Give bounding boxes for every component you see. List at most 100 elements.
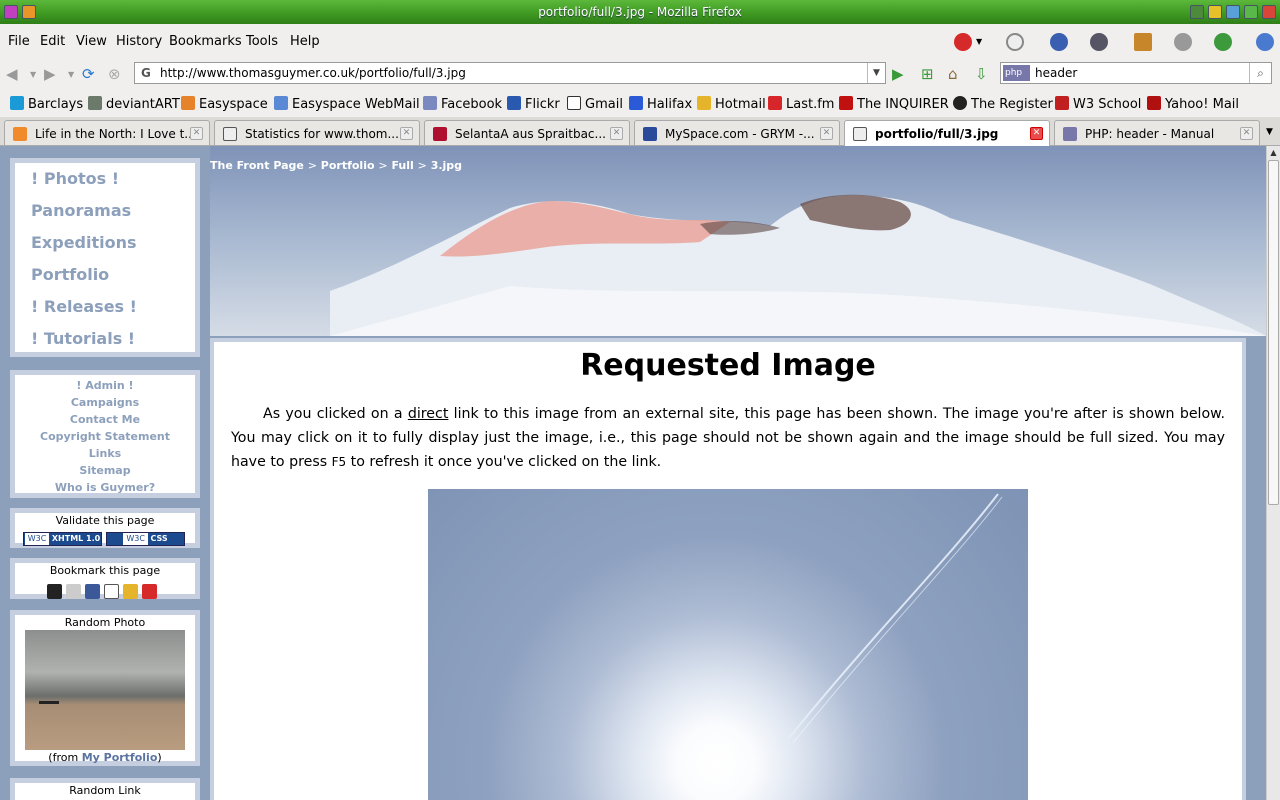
css-badge[interactable]: W3C CSS [106,532,185,546]
tab-myspace[interactable]: MySpace.com - GRYM -... ✕ [634,120,840,145]
scroll-thumb[interactable] [1268,160,1279,505]
direct-link[interactable]: direct [408,406,449,422]
reload-icon[interactable]: ⟳ [82,65,95,83]
bookmark-halifax[interactable]: Halifax [629,96,692,112]
close-icon[interactable] [1262,5,1276,19]
link-copyright[interactable]: Copyright Statement [15,428,195,445]
link-admin[interactable]: ! Admin ! [15,377,195,394]
nav-tutorials[interactable]: ! Tutorials ! [31,329,135,348]
nav-expeditions[interactable]: Expeditions [31,233,137,252]
search-icon[interactable]: ⌕ [1249,63,1271,83]
gear-icon[interactable] [1174,33,1192,51]
adblock-dropdown-icon[interactable]: ▼ [976,33,986,51]
menu-view[interactable]: View [76,34,107,49]
search-input[interactable]: header [1035,66,1077,80]
addon-swirl-icon[interactable] [1050,33,1068,51]
mountain-banner-svg [330,194,1266,336]
bookmark-register[interactable]: The Register [953,96,1053,112]
nav-panoramas[interactable]: Panoramas [31,201,131,220]
addon-box-icon[interactable] [1134,33,1152,51]
bookmark-yahoo-mail[interactable]: Yahoo! Mail [1147,96,1239,112]
addon-arrow-icon[interactable] [1256,33,1274,51]
link-contact[interactable]: Contact Me [15,411,195,428]
url-dropdown-icon[interactable]: ▼ [867,63,885,83]
bookmark-deviantart[interactable]: deviantART [88,96,180,112]
my-portfolio-link[interactable]: My Portfolio [82,751,158,764]
tab-close-icon[interactable]: ✕ [400,127,413,140]
tab-close-icon[interactable]: ✕ [820,127,833,140]
breadcrumb-full[interactable]: Full [391,159,413,172]
bookmark-hotmail[interactable]: Hotmail [697,96,766,112]
breadcrumb-front-page[interactable]: The Front Page [210,159,304,172]
go-icon[interactable]: ▶ [892,65,904,83]
addon-bird-icon[interactable] [1090,33,1108,51]
bookmark-inquirer[interactable]: The INQUIRER [839,96,949,112]
link-links[interactable]: Links [15,445,195,462]
bookmark-gmail[interactable]: Gmail [567,96,623,112]
nav-releases[interactable]: ! Releases ! [31,297,137,316]
myspace-icon [643,127,657,141]
menu-edit[interactable]: Edit [40,34,65,49]
link-sitemap[interactable]: Sitemap [15,462,195,479]
bookmark-barclays[interactable]: Barclays [10,96,83,112]
addon-leaf-icon[interactable] [1214,33,1232,51]
delicious-icon[interactable] [47,584,62,599]
nav-portfolio[interactable]: Portfolio [31,265,109,284]
back-icon[interactable]: ◀ [6,65,18,83]
menu-history[interactable]: History [116,34,162,49]
search-bar[interactable]: php header ⌕ [1000,62,1272,84]
digg-icon[interactable] [66,584,81,599]
tab-portfolio-full-3[interactable]: portfolio/full/3.jpg ✕ [844,120,1050,146]
new-tab-icon[interactable]: ⊞ [921,65,934,83]
home-icon[interactable]: ⌂ [948,65,958,83]
download-icon[interactable]: ⇩ [975,65,988,83]
menu-bookmarks[interactable]: Bookmarks [169,34,242,49]
bookmark-w3school[interactable]: W3 School [1055,96,1141,112]
window-titlebar: portfolio/full/3.jpg - Mozilla Firefox [0,0,1280,24]
tab-list-dropdown-icon[interactable]: ▼ [1266,127,1273,137]
menu-tools[interactable]: Tools [246,34,278,49]
back-dropdown-icon[interactable]: ▼ [30,70,36,79]
bookmark-easyspace-webmail[interactable]: Easyspace WebMail [274,96,420,112]
search-engine-icon[interactable]: php [1003,65,1030,81]
stop-icon[interactable]: ⊗ [108,65,121,83]
bookmark-flickr[interactable]: Flickr [507,96,560,112]
addon-lock-icon[interactable] [1006,33,1024,51]
random-photo-image[interactable] [25,630,185,750]
scroll-up-icon[interactable]: ▲ [1267,146,1280,160]
google-icon[interactable] [104,584,119,599]
xhtml-badge[interactable]: W3C XHTML 1.0 [23,532,102,546]
facebook-icon[interactable] [85,584,100,599]
tab-close-icon[interactable]: ✕ [1030,127,1043,140]
nav-photos[interactable]: ! Photos ! [31,169,119,188]
link-campaigns[interactable]: Campaigns [15,394,195,411]
tab-statistics[interactable]: Statistics for www.thom... ✕ [214,120,420,145]
google-icon [853,127,867,141]
bookmark-lastfm[interactable]: Last.fm [768,96,834,112]
adblock-icon[interactable] [954,33,972,51]
requested-image[interactable] [428,489,1028,800]
page-scrollbar[interactable]: ▲ [1266,146,1280,800]
menu-help[interactable]: Help [290,34,320,49]
tab-php-header[interactable]: PHP: header - Manual ✕ [1054,120,1260,145]
tab-close-icon[interactable]: ✕ [610,127,623,140]
maximize-icon[interactable] [1244,5,1258,19]
forward-dropdown-icon[interactable]: ▼ [68,70,74,79]
link-who-is-guymer[interactable]: Who is Guymer? [15,479,195,496]
minimize-icon[interactable] [1226,5,1240,19]
live-icon[interactable] [123,584,138,599]
breadcrumb: The Front Page > Portfolio > Full > 3.jp… [210,159,462,172]
menu-file[interactable]: File [8,34,30,49]
shade-icon[interactable] [1208,5,1222,19]
breadcrumb-portfolio[interactable]: Portfolio [321,159,375,172]
tab-selantaa[interactable]: SelantaA aus Spraitbac... ✕ [424,120,630,145]
help-icon[interactable] [1190,5,1204,19]
forward-icon[interactable]: ▶ [44,65,56,83]
yahoo-icon[interactable] [142,584,157,599]
url-bar[interactable]: G http://www.thomasguymer.co.uk/portfoli… [134,62,886,84]
tab-close-icon[interactable]: ✕ [190,127,203,140]
bookmark-facebook[interactable]: Facebook [423,96,502,112]
tab-life-in-the-north[interactable]: Life in the North: I Love t... ✕ [4,120,210,145]
tab-close-icon[interactable]: ✕ [1240,127,1253,140]
bookmark-easyspace[interactable]: Easyspace [181,96,268,112]
